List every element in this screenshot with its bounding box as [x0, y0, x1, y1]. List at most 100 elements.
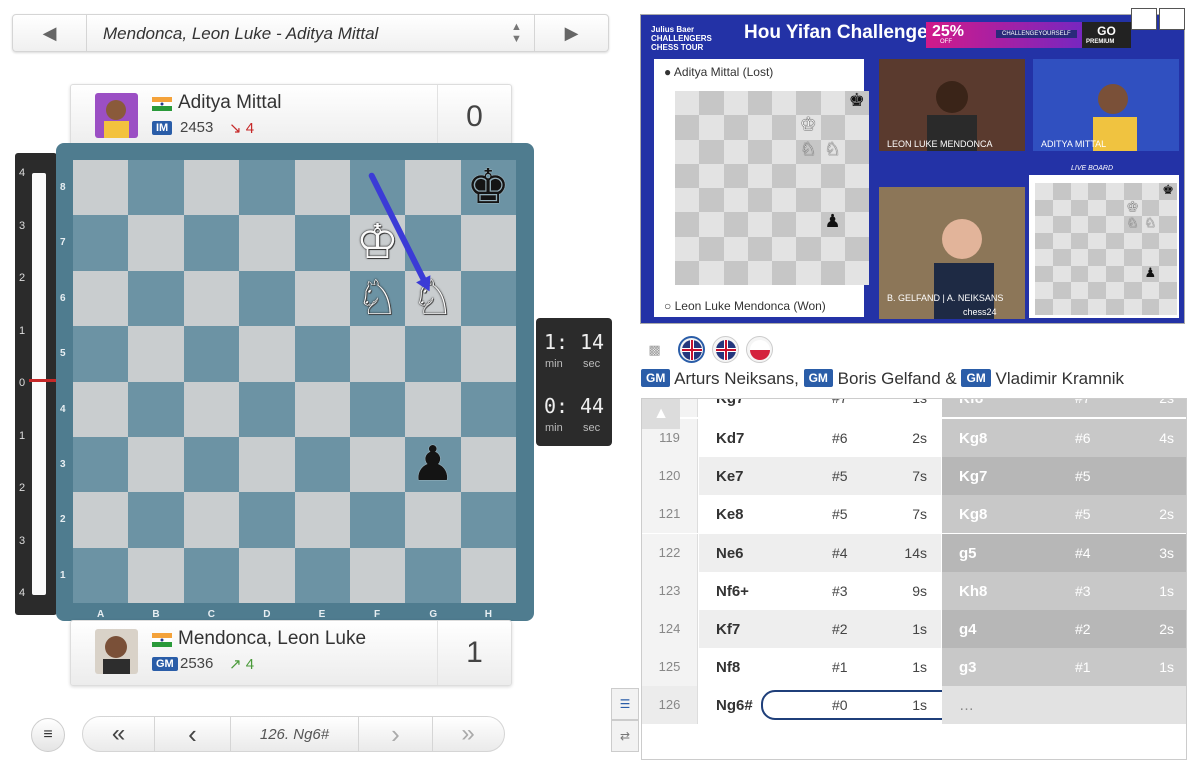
square-b3[interactable] [128, 436, 184, 493]
next-move-button[interactable]: › [359, 717, 433, 751]
promo-banner[interactable]: 25% OFF CHALLENGEYOURSELF GO PREMIUM [926, 22, 1131, 48]
black-move-cell[interactable]: Kg7 #5 [942, 457, 1186, 496]
square-e4[interactable] [294, 381, 350, 437]
square-b4[interactable] [128, 381, 184, 437]
board-grid[interactable]: ♚ ♔ ♘ ♘ ♟ [73, 160, 516, 603]
square-h4[interactable] [460, 381, 516, 437]
game-selector[interactable]: ◀ Mendonca, Leon Luke - Aditya Mittal ▲ ▼… [12, 14, 609, 52]
square-d6[interactable] [239, 270, 295, 327]
square-a7[interactable] [73, 215, 129, 271]
white-piece-f6[interactable]: ♘ [350, 271, 405, 326]
notation-tab-icon[interactable]: ☰ [611, 688, 639, 720]
square-c1[interactable] [183, 547, 240, 603]
menu-button[interactable]: ≡ [31, 718, 65, 752]
square-f8[interactable] [349, 160, 406, 216]
square-a5[interactable] [73, 326, 129, 382]
white-move-cell[interactable]: Kf7 #2 1s [699, 610, 941, 648]
black-move-cell[interactable]: g3 #1 1s [942, 648, 1186, 687]
square-b2[interactable] [128, 492, 184, 548]
square-g8[interactable] [405, 160, 461, 216]
prev-move-button[interactable]: ‹ [155, 717, 231, 751]
square-e3[interactable] [294, 436, 350, 493]
square-b7[interactable] [128, 215, 184, 271]
table-row[interactable]: 122 Ne6 #4 14s g5 #4 3s [642, 533, 1186, 572]
polish-flag-icon[interactable] [746, 336, 773, 363]
theater-mode-icon[interactable] [1159, 8, 1185, 30]
square-f2[interactable] [349, 492, 406, 548]
square-f3[interactable] [349, 436, 406, 493]
square-c7[interactable] [183, 215, 240, 271]
english-flag-icon[interactable] [712, 336, 739, 363]
square-e8[interactable] [294, 160, 350, 216]
square-e7[interactable] [294, 215, 350, 271]
table-row[interactable]: Kg7 #7 1s Kf8 #7 2s [642, 399, 1186, 417]
square-f5[interactable] [349, 326, 406, 382]
white-move-cell[interactable]: Kd7 #6 2s [699, 419, 941, 457]
square-a4[interactable] [73, 381, 129, 437]
black-piece-h8[interactable]: ♚ [461, 160, 516, 215]
popout-icon[interactable] [1131, 8, 1157, 30]
player-name[interactable]: Aditya Mittal [178, 92, 281, 114]
square-g4[interactable] [405, 381, 461, 437]
square-d5[interactable] [239, 326, 295, 382]
square-g1[interactable] [405, 547, 461, 603]
square-e1[interactable] [294, 547, 350, 603]
white-move-cell[interactable]: Ne6 #4 14s [699, 533, 941, 572]
table-row[interactable]: 126 Ng6# #0 1s… [642, 686, 1186, 725]
square-h6[interactable] [460, 270, 516, 327]
white-move-cell[interactable]: Ke8 #5 7s [699, 495, 941, 533]
table-row[interactable]: 119 Kd7 #6 2s Kg8 #6 4s [642, 419, 1186, 457]
move-list[interactable]: Kg7 #7 1s Kf8 #7 2s 119 Kd7 #6 2s Kg8 #6 4s 120… [641, 398, 1187, 760]
square-a8[interactable] [73, 160, 129, 216]
white-piece-g6[interactable]: ♘ [405, 271, 460, 326]
scroll-up-button[interactable]: ▲ [642, 399, 680, 429]
black-move-cell[interactable]: g5 #4 3s [942, 533, 1186, 572]
square-e5[interactable] [294, 326, 350, 382]
square-d7[interactable] [239, 215, 295, 271]
table-row[interactable]: 121 Ke8 #5 7s Kg8 #5 2s [642, 495, 1186, 534]
table-row[interactable]: 123 Nf6+ #3 9s Kh8 #3 1s [642, 571, 1186, 610]
square-f7[interactable]: ♔ [349, 215, 406, 271]
table-row[interactable]: 124 Kf7 #2 1s g4 #2 2s [642, 610, 1186, 648]
square-b5[interactable] [128, 326, 184, 382]
square-b1[interactable] [128, 547, 184, 603]
square-c2[interactable] [183, 492, 240, 548]
square-c3[interactable] [183, 436, 240, 493]
white-piece-f7[interactable]: ♔ [350, 215, 405, 270]
white-move-cell[interactable]: Nf6+ #3 9s [699, 572, 941, 610]
square-a6[interactable] [73, 270, 129, 327]
square-e6[interactable] [294, 270, 350, 327]
square-g2[interactable] [405, 492, 461, 548]
square-a2[interactable] [73, 492, 129, 548]
square-a3[interactable] [73, 436, 129, 493]
square-b8[interactable] [128, 160, 184, 216]
black-move-cell[interactable]: Kf8 #7 2s [942, 399, 1186, 417]
square-c4[interactable] [183, 381, 240, 437]
square-f1[interactable] [349, 547, 406, 603]
square-h8[interactable]: ♚ [460, 160, 516, 216]
square-c5[interactable] [183, 326, 240, 382]
square-f6[interactable]: ♘ [349, 270, 406, 327]
square-h2[interactable] [460, 492, 516, 548]
square-d3[interactable] [239, 436, 295, 493]
prev-game-button[interactable]: ◀ [13, 15, 87, 51]
black-move-cell[interactable]: Kg8 #5 2s [942, 495, 1186, 534]
game-dropdown-icon[interactable]: ▲ ▼ [511, 21, 522, 45]
square-b6[interactable] [128, 270, 184, 327]
white-move-cell[interactable]: Nf8 #1 1s [699, 648, 941, 686]
square-g7[interactable] [405, 215, 461, 271]
square-g5[interactable] [405, 326, 461, 382]
first-move-button[interactable]: « [83, 717, 155, 751]
black-move-cell[interactable]: Kg8 #6 4s [942, 419, 1186, 457]
square-c8[interactable] [183, 160, 240, 216]
table-row[interactable]: 125 Nf8 #1 1s g3 #1 1s [642, 648, 1186, 687]
camera-icon[interactable]: ▩ [641, 336, 668, 363]
square-e2[interactable] [294, 492, 350, 548]
white-move-cell[interactable]: Ke7 #5 7s [699, 457, 941, 496]
black-move-cell[interactable]: g4 #2 2s [942, 610, 1186, 648]
square-c6[interactable] [183, 270, 240, 327]
square-h1[interactable] [460, 547, 516, 603]
last-move-button[interactable]: » [433, 717, 503, 751]
video-stream[interactable]: Julius Baer CHALLENGERS CHESS TOUR Hou Y… [640, 14, 1185, 324]
square-h3[interactable] [460, 436, 516, 493]
